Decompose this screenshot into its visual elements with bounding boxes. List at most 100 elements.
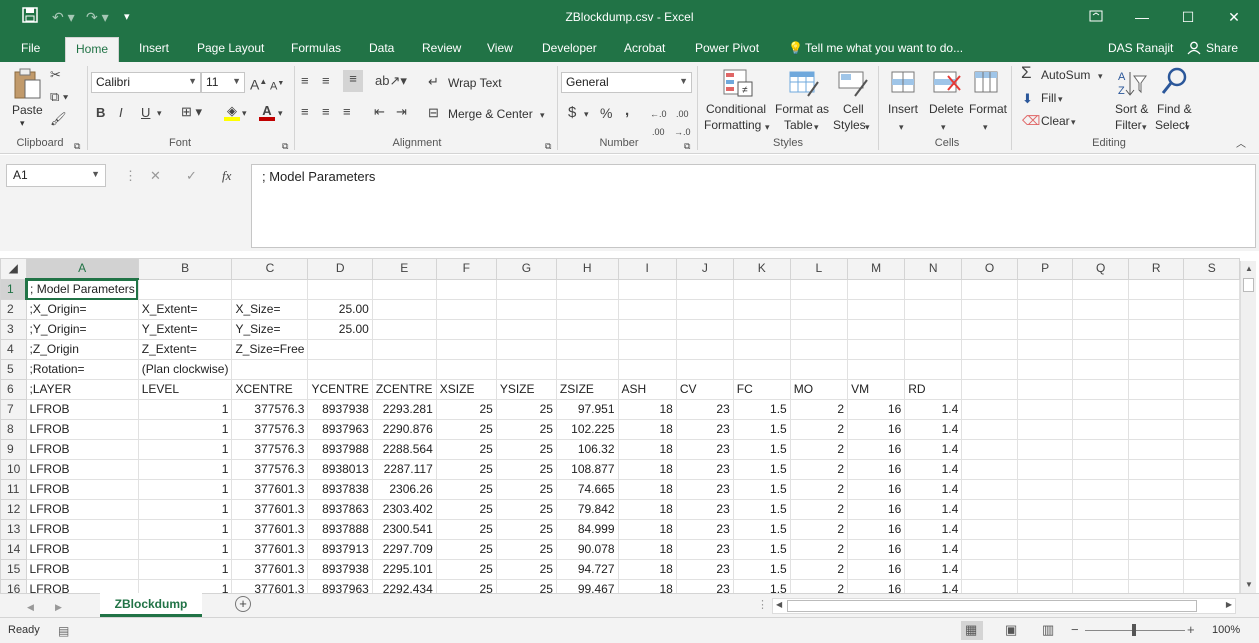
cell-i11[interactable]: 18 xyxy=(617,479,677,500)
cell-d11[interactable]: 8937838 xyxy=(307,479,373,500)
cell-s5[interactable] xyxy=(1183,359,1240,380)
cell-m14[interactable]: 16 xyxy=(847,539,906,560)
macro-record-icon[interactable]: ▤ xyxy=(58,622,69,640)
ribbon-display-icon[interactable] xyxy=(1073,0,1119,34)
enter-icon[interactable]: ✓ xyxy=(186,167,197,185)
cell-j4[interactable] xyxy=(675,339,734,360)
clear-button[interactable]: Clear xyxy=(1041,114,1070,128)
cell-j15[interactable]: 23 xyxy=(675,559,734,580)
row-header[interactable]: 6 xyxy=(0,379,27,400)
cell-b3[interactable]: Y_Extent= xyxy=(137,319,233,340)
font-size-dropdown[interactable]: 11 ▼ xyxy=(201,72,245,93)
cell-g9[interactable]: 25 xyxy=(495,439,557,460)
cell-r12[interactable] xyxy=(1127,499,1185,520)
row-header[interactable]: 13 xyxy=(0,519,27,540)
cell-b16[interactable]: 1 xyxy=(137,579,233,593)
cell-n10[interactable]: 1.4 xyxy=(904,459,963,480)
middle-align-icon[interactable]: ≡ xyxy=(322,72,330,90)
cell-r16[interactable] xyxy=(1127,579,1185,593)
row-header[interactable]: 1 xyxy=(0,278,28,300)
cell-i7[interactable]: 18 xyxy=(617,399,677,420)
cell-a9[interactable]: LFROB xyxy=(25,439,139,460)
borders-icon[interactable]: ⊞ ▾ xyxy=(181,103,202,121)
cell-j13[interactable]: 23 xyxy=(675,519,734,540)
cell-a1[interactable]: ; Model Parameters xyxy=(25,278,139,300)
cell-d16[interactable]: 8937963 xyxy=(307,579,373,593)
cell-e5[interactable] xyxy=(371,359,437,380)
minimize-button[interactable]: — xyxy=(1119,0,1165,34)
cell-s15[interactable] xyxy=(1183,559,1240,580)
collapse-ribbon-icon[interactable]: ︿ xyxy=(1236,136,1246,154)
cell-e16[interactable]: 2292.434 xyxy=(371,579,437,593)
cell-i13[interactable]: 18 xyxy=(617,519,677,540)
cell-g4[interactable] xyxy=(495,339,557,360)
cell-d15[interactable]: 8937938 xyxy=(307,559,373,580)
merge-center-button[interactable]: Merge & Center xyxy=(448,107,533,121)
cell-c14[interactable]: 377601.3 xyxy=(231,539,309,560)
insert-function-button[interactable]: fx xyxy=(222,167,231,185)
cell-p13[interactable] xyxy=(1016,519,1074,540)
cell-e2[interactable] xyxy=(371,299,437,320)
cell-styles-icon[interactable] xyxy=(837,68,869,98)
cell-e15[interactable]: 2295.101 xyxy=(371,559,437,580)
cell-m1[interactable] xyxy=(847,278,906,300)
row-header[interactable]: 4 xyxy=(0,339,27,360)
row-header[interactable]: 2 xyxy=(0,299,27,320)
cell-d1[interactable] xyxy=(307,278,373,300)
cell-k13[interactable]: 1.5 xyxy=(732,519,791,540)
cell-c10[interactable]: 377576.3 xyxy=(231,459,309,480)
cell-h3[interactable] xyxy=(555,319,619,340)
cell-p10[interactable] xyxy=(1016,459,1074,480)
cell-m10[interactable]: 16 xyxy=(847,459,906,480)
cell-o9[interactable] xyxy=(961,439,1018,460)
cell-d3[interactable]: 25.00 xyxy=(307,319,373,340)
cell-d5[interactable] xyxy=(307,359,373,380)
cell-p3[interactable] xyxy=(1016,319,1074,340)
user-name[interactable]: DAS Ranajit xyxy=(1108,41,1173,55)
conditional-formatting-label-1[interactable]: Conditional xyxy=(706,102,766,116)
find-select-label-1[interactable]: Find & xyxy=(1157,102,1192,116)
cell-i1[interactable] xyxy=(617,278,677,300)
cell-o7[interactable] xyxy=(961,399,1018,420)
cell-f16[interactable]: 25 xyxy=(435,579,497,593)
merge-dropdown-icon[interactable]: ▾ xyxy=(540,106,545,124)
fill-color-dropdown-icon[interactable]: ▾ xyxy=(242,104,247,122)
cell-r6[interactable] xyxy=(1127,379,1185,400)
cell-s7[interactable] xyxy=(1183,399,1240,420)
cell-r15[interactable] xyxy=(1127,559,1185,580)
row-header[interactable]: 12 xyxy=(0,499,27,520)
cell-l15[interactable]: 2 xyxy=(789,559,849,580)
cell-n16[interactable]: 1.4 xyxy=(904,579,963,593)
column-header-c[interactable]: C xyxy=(231,258,309,280)
cell-s13[interactable] xyxy=(1183,519,1240,540)
cell-r9[interactable] xyxy=(1127,439,1185,460)
column-header-f[interactable]: F xyxy=(435,258,497,280)
cell-l5[interactable] xyxy=(789,359,849,380)
cell-s2[interactable] xyxy=(1183,299,1240,320)
cell-h8[interactable]: 102.225 xyxy=(555,419,619,440)
cell-s4[interactable] xyxy=(1183,339,1240,360)
cell-p7[interactable] xyxy=(1016,399,1074,420)
cell-h2[interactable] xyxy=(555,299,619,320)
vertical-scroll-thumb[interactable] xyxy=(1243,278,1254,292)
cell-f10[interactable]: 25 xyxy=(435,459,497,480)
cell-s10[interactable] xyxy=(1183,459,1240,480)
cell-q16[interactable] xyxy=(1072,579,1129,593)
cell-g12[interactable]: 25 xyxy=(495,499,557,520)
cell-e1[interactable] xyxy=(371,278,437,300)
cell-f13[interactable]: 25 xyxy=(435,519,497,540)
cell-m4[interactable] xyxy=(847,339,906,360)
cell-i12[interactable]: 18 xyxy=(617,499,677,520)
cell-c7[interactable]: 377576.3 xyxy=(231,399,309,420)
cell-o8[interactable] xyxy=(961,419,1018,440)
cell-b1[interactable] xyxy=(137,278,233,300)
currency-button[interactable]: $ xyxy=(568,104,576,122)
cell-h6[interactable]: ZSIZE xyxy=(555,379,619,400)
cell-a7[interactable]: LFROB xyxy=(25,399,139,420)
cell-a15[interactable]: LFROB xyxy=(25,559,139,580)
cell-r1[interactable] xyxy=(1127,278,1185,300)
cell-q14[interactable] xyxy=(1072,539,1129,560)
cell-q13[interactable] xyxy=(1072,519,1129,540)
find-select-label-2[interactable]: Select xyxy=(1155,118,1188,132)
chevron-down-icon[interactable]: ▾ xyxy=(1142,118,1147,136)
